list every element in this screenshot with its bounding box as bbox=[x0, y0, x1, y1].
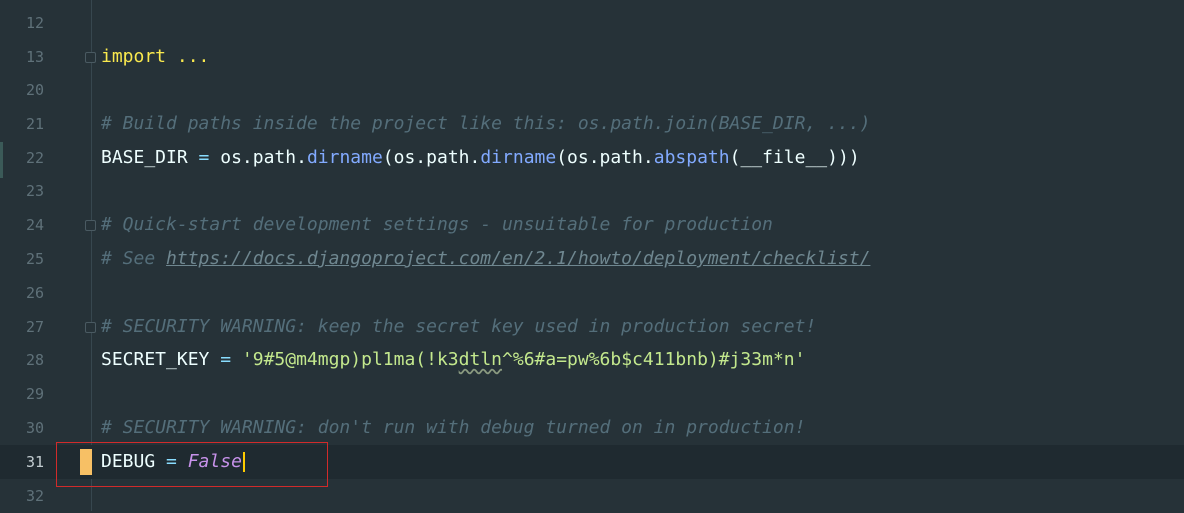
code-line[interactable]: 23 bbox=[0, 174, 1184, 208]
code-text: SECRET_KEY = '9#5@m4mgp)pl1ma(!k3dtln^%6… bbox=[101, 343, 805, 377]
line-number: 31 bbox=[25, 453, 44, 471]
code-line[interactable]: 29 bbox=[0, 377, 1184, 411]
operator: = bbox=[220, 349, 232, 370]
comment: # Build paths inside the project like th… bbox=[101, 113, 871, 134]
fold-collapse-icon[interactable] bbox=[85, 220, 96, 231]
line-number: 28 bbox=[25, 351, 44, 369]
text-cursor bbox=[242, 452, 245, 472]
line-number: 25 bbox=[25, 250, 44, 268]
line-number: 24 bbox=[25, 216, 44, 234]
comment: # SECURITY WARNING: don't run with debug… bbox=[101, 417, 806, 438]
spelling-warning[interactable]: dtln bbox=[459, 349, 502, 370]
function-call: dirname bbox=[480, 147, 557, 168]
line-number: 27 bbox=[25, 318, 44, 336]
line-number: 13 bbox=[25, 48, 44, 66]
code-segment: (os.path. bbox=[556, 147, 654, 168]
code-line[interactable]: 22 BASE_DIR = os.path.dirname(os.path.di… bbox=[0, 141, 1184, 175]
bookmark-icon[interactable] bbox=[80, 449, 92, 475]
code-segment: (__file__))) bbox=[729, 147, 860, 168]
function-call: dirname bbox=[306, 147, 383, 168]
code-line[interactable]: 21 # Build paths inside the project like… bbox=[0, 107, 1184, 141]
code-line[interactable]: 12 bbox=[0, 6, 1184, 40]
operator: = bbox=[198, 147, 210, 168]
current-code-line[interactable]: 31 DEBUG = False bbox=[0, 445, 1184, 479]
line-number: 22 bbox=[25, 149, 44, 167]
code-line[interactable]: 28 SECRET_KEY = '9#5@m4mgp)pl1ma(!k3dtln… bbox=[0, 343, 1184, 377]
comment: # SECURITY WARNING: keep the secret key … bbox=[101, 316, 817, 337]
line-number: 21 bbox=[25, 115, 44, 133]
line-number: 20 bbox=[25, 81, 44, 99]
code-line[interactable]: 27 # SECURITY WARNING: keep the secret k… bbox=[0, 310, 1184, 344]
code-segment: (os.path. bbox=[382, 147, 481, 168]
code-editor[interactable]: 12 13 import ... 20 21 # Build paths ins… bbox=[0, 0, 1184, 511]
code-text: DEBUG = False bbox=[101, 445, 245, 479]
code-text: BASE_DIR = os.path.dirname(os.path.dirna… bbox=[101, 141, 860, 175]
line-number: 23 bbox=[25, 182, 44, 200]
string-literal: '9#5@m4mgp)pl1ma(!k3 bbox=[241, 349, 459, 370]
line-number: 30 bbox=[25, 419, 44, 437]
fold-expand-icon[interactable] bbox=[85, 52, 96, 63]
code-text: # See https://docs.djangoproject.com/en/… bbox=[101, 242, 870, 276]
fold-expand-icon[interactable] bbox=[85, 322, 96, 333]
folded-imports[interactable]: import ... bbox=[101, 40, 209, 74]
line-number: 29 bbox=[25, 385, 44, 403]
code-line[interactable]: 13 import ... bbox=[0, 40, 1184, 74]
identifier: SECRET_KEY bbox=[101, 349, 221, 370]
line-number: 12 bbox=[25, 14, 44, 32]
operator: = bbox=[166, 451, 177, 472]
code-line[interactable]: 25 # See https://docs.djangoproject.com/… bbox=[0, 242, 1184, 276]
comment: # Quick-start development settings - uns… bbox=[101, 214, 773, 235]
function-call: abspath bbox=[653, 147, 730, 168]
code-line[interactable]: 26 bbox=[0, 276, 1184, 310]
code-line[interactable]: 20 bbox=[0, 73, 1184, 107]
code-line[interactable]: 24 # Quick-start development settings - … bbox=[0, 208, 1184, 242]
boolean-literal: False bbox=[187, 451, 242, 472]
code-line[interactable]: 32 bbox=[0, 479, 1184, 513]
comment: # See bbox=[101, 248, 167, 269]
code-segment: os.path. bbox=[209, 147, 307, 168]
line-number: 32 bbox=[25, 487, 44, 505]
documentation-link[interactable]: https://docs.djangoproject.com/en/2.1/ho… bbox=[166, 248, 870, 269]
string-literal: ^%6#a=pw%6b$c411bnb)#j33m*n' bbox=[502, 349, 806, 370]
identifier: BASE_DIR bbox=[101, 147, 199, 168]
identifier: DEBUG bbox=[101, 451, 167, 472]
line-number: 26 bbox=[25, 284, 44, 302]
code-line[interactable]: 30 # SECURITY WARNING: don't run with de… bbox=[0, 411, 1184, 445]
